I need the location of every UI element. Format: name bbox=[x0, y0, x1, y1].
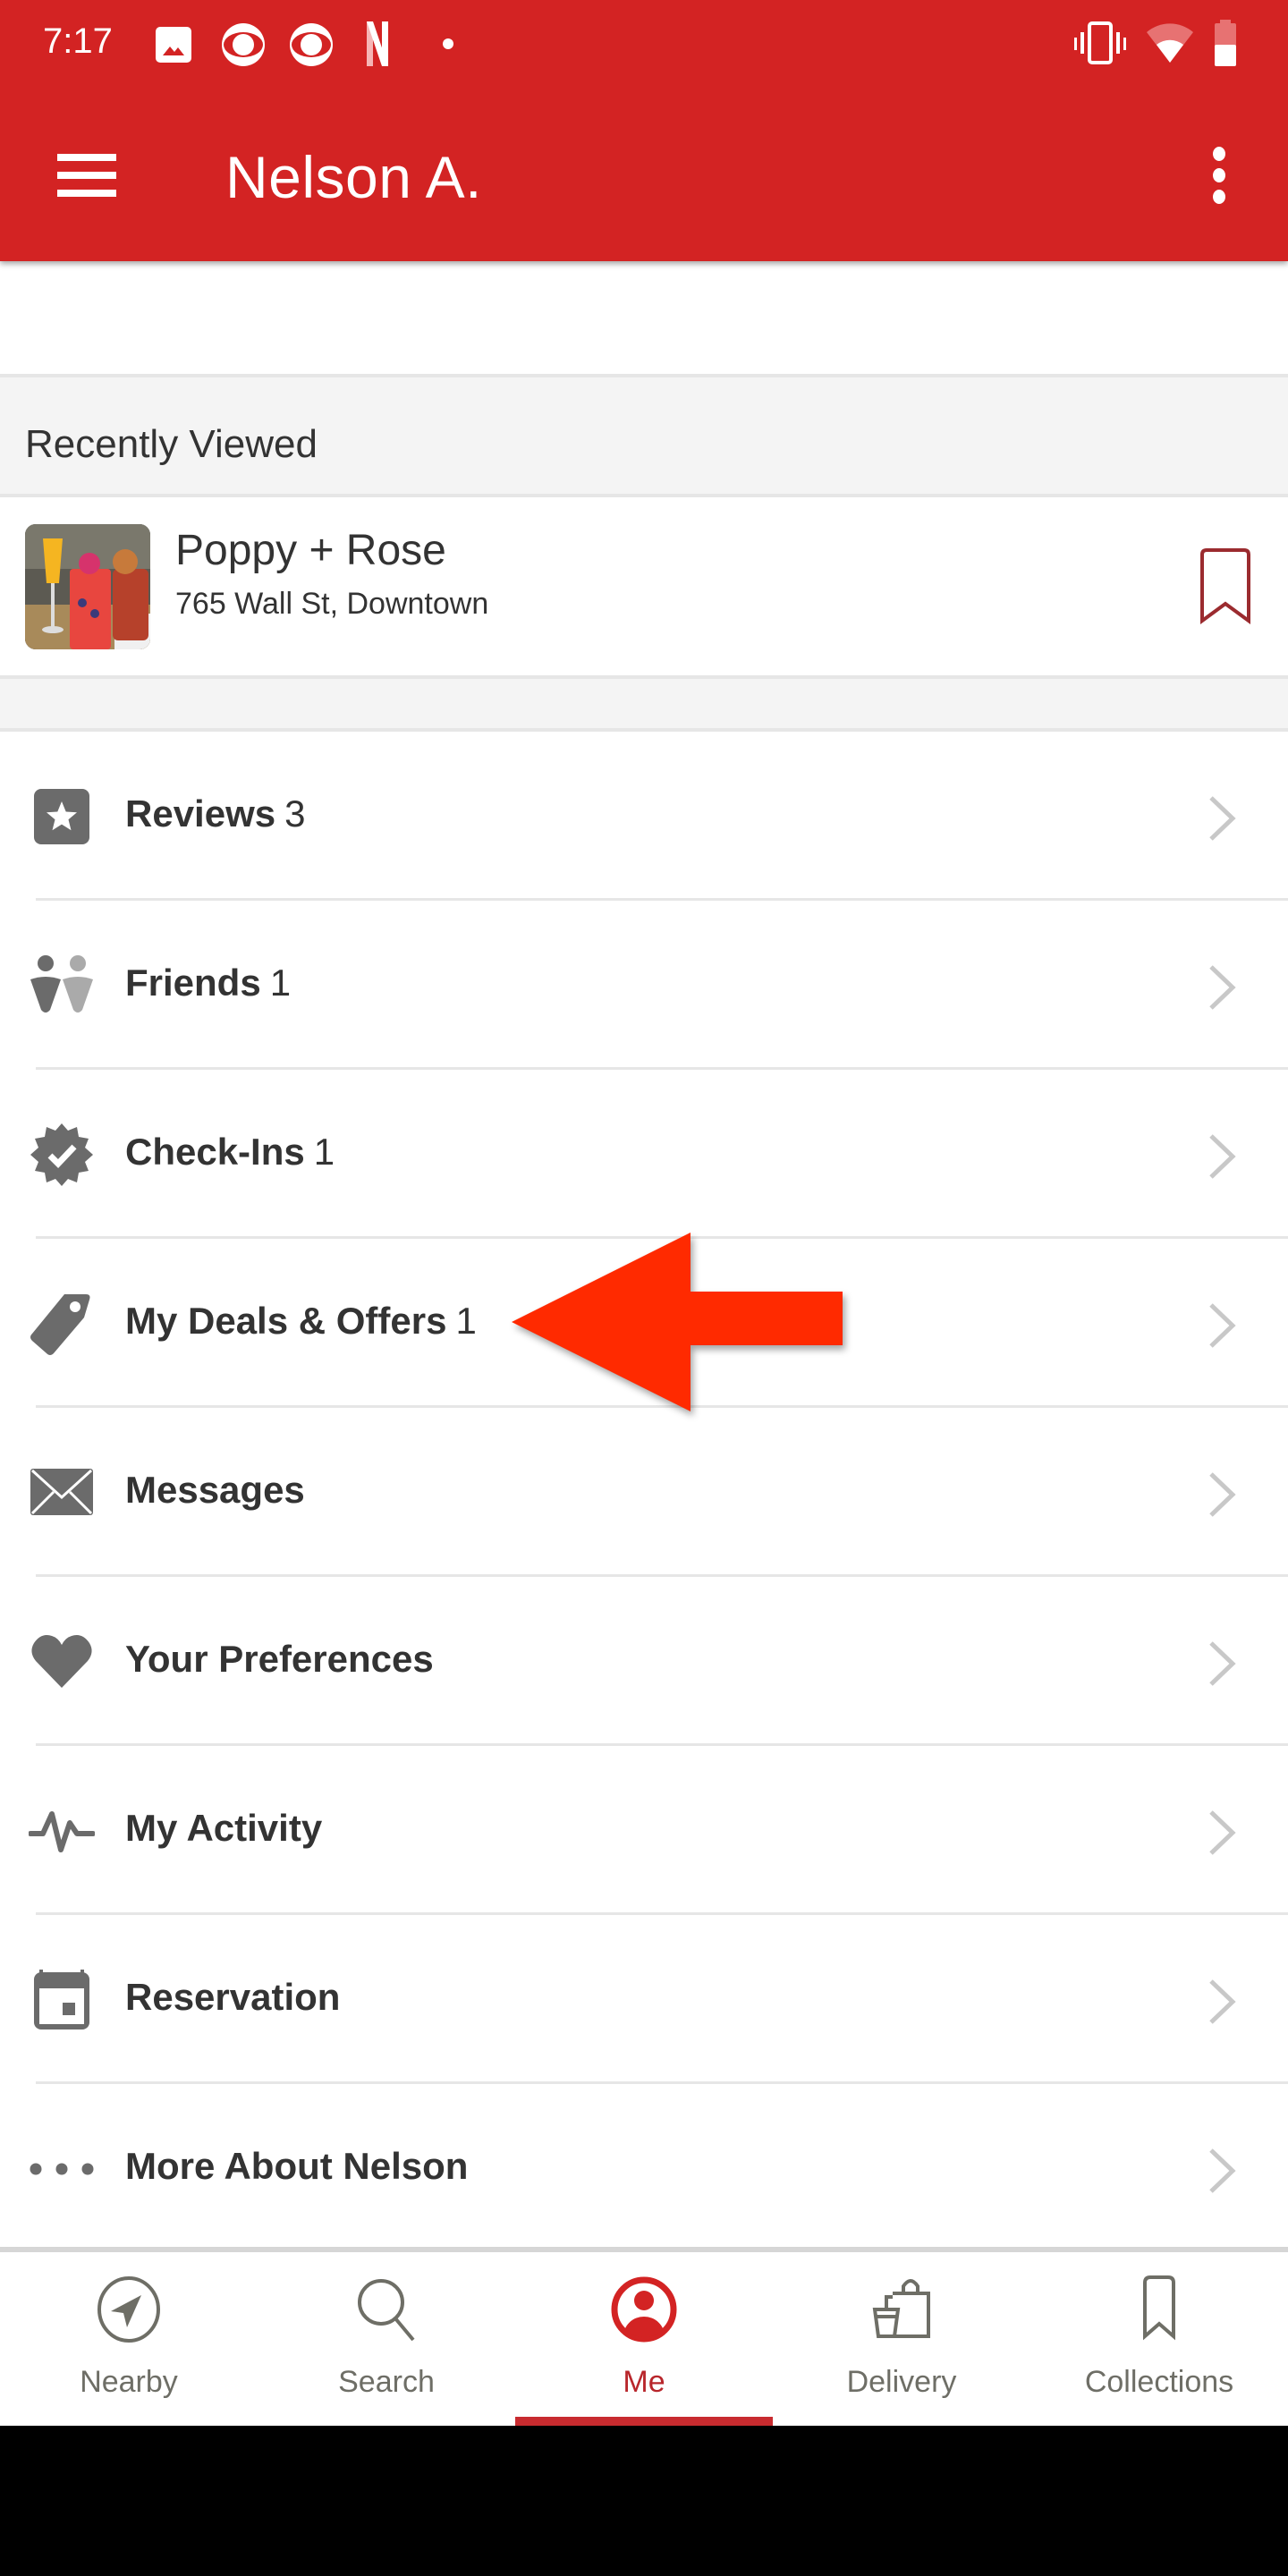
vibrate-icon bbox=[1074, 21, 1126, 64]
menu-item-messages[interactable]: Messages bbox=[0, 1408, 1288, 1577]
tag-icon bbox=[30, 1294, 90, 1355]
app-header: 7:17 Nelson A. bbox=[0, 0, 1288, 261]
status-bar: 7:17 bbox=[0, 0, 1288, 89]
wifi-icon bbox=[1147, 23, 1193, 63]
bottom-navigation: Nearby Search Me Delivery Collections bbox=[0, 2247, 1288, 2426]
chevron-right-icon bbox=[1209, 965, 1236, 1010]
annotation-arrow bbox=[512, 1233, 843, 1411]
menu-item-label: More About Nelson bbox=[125, 2145, 469, 2187]
hamburger-menu-icon bbox=[57, 154, 116, 161]
cbs-icon bbox=[290, 23, 333, 66]
menu-item-friends[interactable]: Friends 1 bbox=[0, 901, 1288, 1070]
tab-label: Nearby bbox=[80, 2365, 178, 2399]
page-title: Nelson A. bbox=[225, 144, 482, 210]
app-screen: 7:17 Nelson A. Recently Viewed Poppy + R… bbox=[0, 0, 1288, 2426]
search-icon bbox=[358, 2279, 415, 2342]
active-tab-indicator bbox=[515, 2417, 773, 2426]
heart-icon bbox=[31, 1635, 92, 1688]
menu-item-label: Reservation bbox=[125, 1976, 341, 2018]
tab-delivery[interactable]: Delivery bbox=[773, 2252, 1030, 2426]
menu-item-count: 1 bbox=[313, 1131, 335, 1173]
bookmark-icon bbox=[1143, 2275, 1175, 2341]
menu-item-label: Messages bbox=[125, 1469, 305, 1511]
recently-viewed-header: Recently Viewed bbox=[0, 374, 1288, 497]
menu-item-count: 1 bbox=[455, 1300, 477, 1342]
menu-item-check-ins[interactable]: Check-Ins 1 bbox=[0, 1070, 1288, 1239]
more-horiz-icon bbox=[30, 2163, 94, 2175]
more-vert-icon bbox=[1213, 147, 1225, 161]
menu-item-label: My Deals & Offers bbox=[125, 1300, 447, 1342]
food-drinks-photo bbox=[25, 524, 150, 649]
tab-label: Search bbox=[338, 2365, 435, 2399]
dot-icon bbox=[443, 38, 453, 49]
recently-viewed-item[interactable]: Poppy + Rose 765 Wall St, Downtown bbox=[0, 497, 1288, 675]
bookmark-outline-icon[interactable] bbox=[1199, 547, 1252, 624]
activity-icon bbox=[29, 1811, 95, 1852]
menu-item-label: My Activity bbox=[125, 1807, 323, 1849]
menu-item-my-activity[interactable]: My Activity bbox=[0, 1746, 1288, 1915]
menu-item-more-about[interactable]: More About Nelson bbox=[0, 2084, 1288, 2253]
chevron-right-icon bbox=[1209, 2148, 1236, 2193]
cbs-icon bbox=[222, 23, 265, 66]
menu-item-reservation[interactable]: Reservation bbox=[0, 1915, 1288, 2084]
status-time: 7:17 bbox=[43, 21, 113, 61]
chevron-right-icon bbox=[1209, 1134, 1236, 1179]
navigation-icon bbox=[97, 2276, 160, 2343]
business-name: Poppy + Rose bbox=[175, 527, 446, 574]
chevron-right-icon bbox=[1209, 1472, 1236, 1517]
envelope-icon bbox=[30, 1469, 93, 1515]
section-spacer bbox=[0, 675, 1288, 732]
star-icon bbox=[34, 789, 89, 844]
menu-item-label: Your Preferences bbox=[125, 1638, 434, 1680]
menu-item-label: Friends bbox=[125, 962, 261, 1004]
business-thumbnail bbox=[25, 524, 150, 649]
chevron-right-icon bbox=[1209, 796, 1236, 841]
tab-nearby[interactable]: Nearby bbox=[0, 2252, 258, 2426]
overflow-menu-button[interactable] bbox=[1202, 147, 1234, 206]
tab-search[interactable]: Search bbox=[258, 2252, 515, 2426]
delivery-icon bbox=[872, 2279, 930, 2338]
profile-menu-list: Reviews 3 Friends 1 Check-Ins 1 My Deals & … bbox=[0, 732, 1288, 2253]
tab-me[interactable]: Me bbox=[515, 2252, 773, 2426]
business-address: 765 Wall St, Downtown bbox=[175, 587, 489, 621]
menu-item-reviews[interactable]: Reviews 3 bbox=[0, 732, 1288, 901]
chevron-right-icon bbox=[1209, 1810, 1236, 1855]
menu-item-count: 1 bbox=[269, 962, 292, 1004]
menu-item-your-preferences[interactable]: Your Preferences bbox=[0, 1577, 1288, 1746]
calendar-icon bbox=[34, 1970, 89, 2029]
tab-collections[interactable]: Collections bbox=[1030, 2252, 1288, 2426]
menu-item-label: Check-Ins bbox=[125, 1131, 305, 1173]
tab-label: Me bbox=[623, 2365, 665, 2399]
chevron-right-icon bbox=[1209, 1303, 1236, 1348]
chevron-right-icon bbox=[1209, 1979, 1236, 2024]
tab-label: Collections bbox=[1084, 2365, 1234, 2399]
chevron-right-icon bbox=[1209, 1641, 1236, 1686]
menu-item-label: Reviews bbox=[125, 792, 276, 835]
battery-icon bbox=[1215, 20, 1236, 66]
friends-icon bbox=[30, 955, 93, 1013]
tab-label: Delivery bbox=[846, 2365, 957, 2399]
check-badge-icon bbox=[30, 1123, 93, 1186]
hamburger-menu-button[interactable] bbox=[57, 154, 116, 197]
menu-item-count: 3 bbox=[284, 792, 306, 835]
profile-blank-area bbox=[0, 261, 1288, 374]
netflix-icon bbox=[367, 21, 388, 66]
image-notification-icon bbox=[156, 27, 191, 63]
section-title: Recently Viewed bbox=[25, 422, 318, 466]
profile-icon bbox=[611, 2276, 677, 2343]
